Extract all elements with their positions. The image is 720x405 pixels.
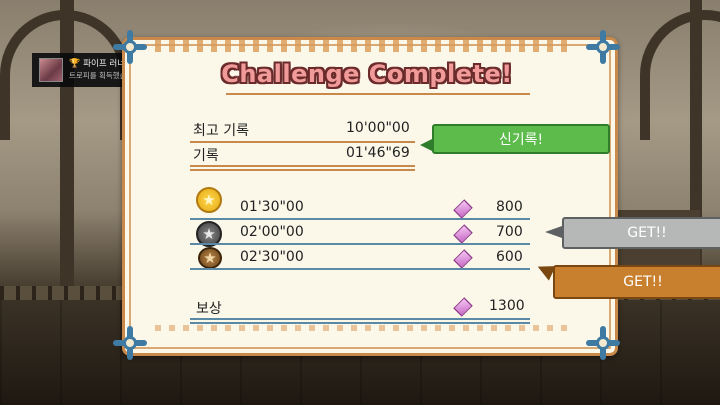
- get-silver-label: GET!!: [627, 225, 667, 241]
- current-record-value: 01'46"69: [346, 145, 410, 161]
- get-silver-bubble-tail: [545, 226, 562, 238]
- get-bronze-bubble: GET!!: [553, 265, 720, 299]
- panel-corner-ornament-top-right: [586, 30, 620, 64]
- total-reward-underline: [190, 318, 530, 324]
- gold-medal-row-underline: [190, 218, 530, 220]
- silver-medal-row-underline: [190, 243, 530, 245]
- bronze-medal-time: 02'30"00: [240, 249, 304, 265]
- gold-medal-icon: ★: [196, 187, 222, 213]
- current-record-underline: [190, 165, 415, 171]
- bronze-medal-reward: 600: [496, 249, 523, 265]
- panel-bottom-ornament: [155, 325, 575, 331]
- background-arch-right: [640, 10, 720, 140]
- title-underline: [226, 93, 530, 95]
- avatar: [39, 58, 63, 82]
- get-bronze-label: GET!!: [623, 274, 663, 290]
- panel-corner-ornament-bottom-right: [586, 326, 620, 360]
- new-record-label: 신기록!: [498, 132, 544, 148]
- panel-corner-ornament-top-left: [113, 30, 147, 64]
- total-reward-label: 보상: [196, 301, 222, 317]
- total-reward-value: 1300: [489, 298, 525, 314]
- panel-corner-ornament-bottom-left: [113, 326, 147, 360]
- best-record-underline: [190, 141, 415, 143]
- trophy-icon: 🏆: [69, 59, 81, 69]
- gold-medal-reward: 800: [496, 199, 523, 215]
- bronze-medal-row-underline: [190, 268, 530, 270]
- silver-medal-reward: 700: [496, 224, 523, 240]
- best-record-value: 10'00"00: [346, 120, 410, 136]
- bronze-medal-icon: ★: [198, 247, 222, 269]
- best-record-label: 최고 기록: [193, 123, 249, 139]
- panel-title: Challenge Complete!: [221, 60, 513, 88]
- current-record-label: 기록: [193, 148, 219, 164]
- new-record-bubble: 신기록!: [432, 124, 610, 154]
- panel-top-ornament: [155, 40, 575, 52]
- gold-medal-time: 01'30"00: [240, 199, 304, 215]
- silver-medal-time: 02'00"00: [240, 224, 304, 240]
- get-silver-bubble: GET!!: [562, 217, 720, 249]
